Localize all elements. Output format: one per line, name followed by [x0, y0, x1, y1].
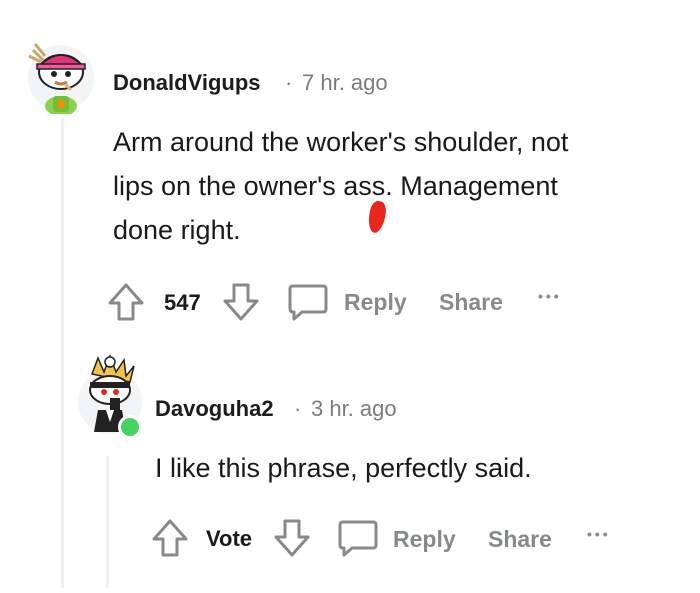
snoo-avatar-icon: [28, 43, 94, 116]
downvote-button[interactable]: [273, 518, 311, 558]
timestamp[interactable]: 3 hr. ago: [311, 396, 397, 422]
thread-line-main[interactable]: [61, 118, 64, 588]
reply-icon-button[interactable]: [337, 519, 379, 557]
upvote-button[interactable]: [151, 518, 189, 558]
comment-icon: [288, 284, 328, 321]
comment-line: lips on the owner's as s. Management: [113, 164, 693, 235]
reply-button[interactable]: Reply: [393, 526, 456, 553]
comment-text: s. Management: [371, 171, 558, 201]
meta-separator: ·: [285, 70, 293, 95]
upvote-icon: [108, 283, 144, 321]
vote-score: 547: [164, 290, 201, 315]
comment-body: Arm around the worker's shoulder, not li…: [113, 120, 693, 252]
upvote-icon: [152, 519, 188, 557]
username[interactable]: DonaldVigups: [113, 70, 261, 96]
upvote-button[interactable]: [107, 282, 145, 322]
avatar[interactable]: [76, 352, 148, 440]
username[interactable]: Davoguha2: [155, 396, 274, 422]
vote-label: Vote: [206, 526, 253, 551]
downvote-button[interactable]: [222, 282, 260, 322]
reply-icon-button[interactable]: [287, 283, 329, 321]
timestamp[interactable]: 7 hr. ago: [302, 70, 388, 96]
thread-line-reply[interactable]: [106, 456, 109, 588]
reply-button[interactable]: Reply: [344, 289, 407, 316]
comment-line: Arm around the worker's shoulder, not: [113, 127, 569, 157]
comment-line: done right.: [113, 215, 241, 245]
share-button[interactable]: Share: [439, 289, 503, 316]
comment-icon: [338, 520, 378, 557]
more-options-button[interactable]: •••: [587, 526, 611, 542]
downvote-icon: [274, 519, 310, 557]
share-button[interactable]: Share: [488, 526, 552, 553]
online-status-icon: [118, 415, 142, 439]
downvote-icon: [223, 283, 259, 321]
meta-separator: ·: [294, 396, 302, 421]
comment-body: I like this phrase, perfectly said.: [155, 453, 532, 483]
avatar[interactable]: [25, 38, 97, 116]
more-options-button[interactable]: •••: [538, 288, 562, 304]
comment-text: lips on the owner's as: [113, 171, 372, 201]
